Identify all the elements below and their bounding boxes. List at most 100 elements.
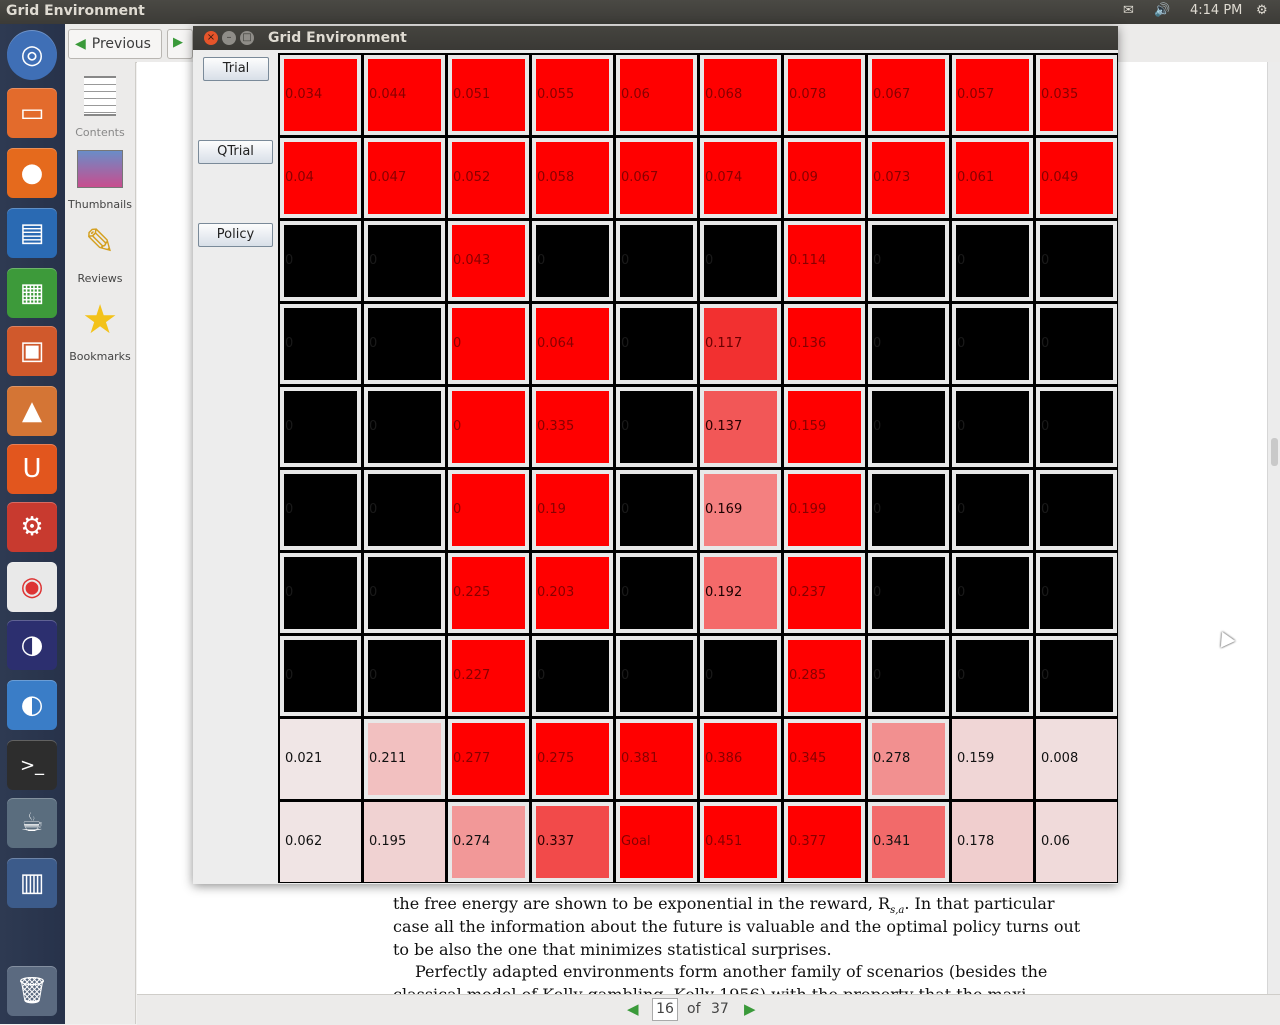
- grid-cell-fill: [620, 640, 693, 712]
- grid-cell: 0.341: [868, 802, 949, 882]
- grid-cell: 0: [532, 636, 613, 716]
- thumbnails-icon: [77, 150, 123, 188]
- grid-cell-value: 0: [957, 502, 966, 517]
- grid-cell-fill: [1040, 308, 1113, 380]
- maximize-icon[interactable]: □: [240, 31, 254, 45]
- grid-cell-value: 0: [285, 668, 294, 683]
- grid-cell-value: 0.237: [789, 585, 827, 600]
- grid-cell-value: 0: [285, 419, 294, 434]
- reviews-tab[interactable]: ✎ Reviews: [65, 220, 135, 285]
- star-icon: ★: [82, 297, 118, 343]
- trash-icon[interactable]: 🗑: [7, 966, 57, 1016]
- grid-cell: 0: [1036, 387, 1117, 467]
- grid-cell-value: 0: [285, 585, 294, 600]
- grid-cell-fill: [872, 557, 945, 629]
- grid-cell: 0: [1036, 636, 1117, 716]
- ubuntu-dash-icon[interactable]: ◎: [7, 30, 57, 80]
- grid-cell-value: 0.078: [789, 87, 827, 102]
- volume-icon[interactable]: 🔊: [1154, 3, 1170, 18]
- grid-cell: 0.114: [784, 221, 865, 301]
- policy-button[interactable]: Policy: [198, 223, 273, 247]
- minimize-icon[interactable]: –: [222, 31, 236, 45]
- settings-gear-icon[interactable]: ⚙: [1256, 3, 1268, 18]
- grid-cell-value: 0.277: [453, 751, 491, 766]
- grid-cell: 0.064: [532, 304, 613, 384]
- grid-cell-value: 0.386: [705, 751, 743, 766]
- grid-cell-value: 0.04: [285, 170, 314, 185]
- grid-cell-value: 0.067: [873, 87, 911, 102]
- eclipse-icon[interactable]: ◑: [7, 620, 57, 670]
- grid-cell-fill: [620, 474, 693, 546]
- system-settings-icon[interactable]: ⚙: [7, 502, 57, 552]
- trial-button[interactable]: Trial: [203, 57, 269, 81]
- grid-cell-value: 0.203: [537, 585, 575, 600]
- page-number-input[interactable]: 16: [652, 998, 678, 1021]
- firefox-icon[interactable]: ●: [7, 148, 57, 198]
- previous-label: Previous: [91, 36, 151, 52]
- grid-cell: 0.021: [280, 719, 361, 799]
- close-icon[interactable]: ×: [204, 31, 218, 45]
- grid-cell-value: 0.034: [285, 87, 323, 102]
- grid-cell: 0.337: [532, 802, 613, 882]
- grid-cell-value: 0: [957, 585, 966, 600]
- calc-icon[interactable]: ▦: [7, 268, 57, 318]
- grid-cell-fill: [368, 225, 441, 297]
- reviews-label: Reviews: [77, 272, 123, 285]
- grid-cell: 0: [1036, 304, 1117, 384]
- grid-cell-value: 0.335: [537, 419, 575, 434]
- grid-cell: 0: [616, 470, 697, 550]
- grid-cell-fill: [1040, 225, 1113, 297]
- grid-cell: 0.051: [448, 55, 529, 135]
- software-center-icon[interactable]: ▲: [7, 386, 57, 436]
- next-page-icon[interactable]: ▶: [744, 1000, 756, 1018]
- grid-cell-value: 0.345: [789, 751, 827, 766]
- grid-cell: 0: [616, 553, 697, 633]
- grid-cell-value: 0: [621, 668, 630, 683]
- grid-cell: 0.195: [364, 802, 445, 882]
- vertical-scrollbar[interactable]: [1267, 62, 1280, 994]
- clock[interactable]: 4:14 PM: [1190, 3, 1242, 18]
- grid-cell-value: 0.044: [369, 87, 407, 102]
- next-button[interactable]: ▶: [167, 29, 193, 59]
- grid-cell: 0: [448, 387, 529, 467]
- grid-cell: 0: [1036, 221, 1117, 301]
- files-icon[interactable]: ▭: [7, 88, 57, 138]
- grid-cell-fill: [956, 640, 1029, 712]
- mail-icon[interactable]: ✉: [1123, 3, 1134, 18]
- grid-cell-fill: [1040, 557, 1113, 629]
- qtrial-button[interactable]: QTrial: [198, 140, 273, 164]
- impress-icon[interactable]: ▣: [7, 326, 57, 376]
- grid-cell-fill: [284, 308, 357, 380]
- grid-cell-value: 0: [957, 668, 966, 683]
- chrome-icon[interactable]: ◉: [7, 562, 57, 612]
- scrollbar-thumb[interactable]: [1271, 438, 1278, 466]
- grid-cell-value: 0: [957, 253, 966, 268]
- grid-cell: 0: [280, 470, 361, 550]
- prev-page-icon[interactable]: ◀: [627, 1000, 639, 1018]
- ubuntu-one-icon[interactable]: U: [7, 444, 57, 494]
- contents-tab[interactable]: Contents: [65, 76, 135, 139]
- doc-line-2: case all the information about the futur…: [393, 917, 1081, 936]
- grid-cell: 0.09: [784, 138, 865, 218]
- mendeley-icon[interactable]: ◐: [7, 680, 57, 730]
- bookmarks-tab[interactable]: ★ Bookmarks: [65, 298, 135, 363]
- grid-cell-value: 0.377: [789, 834, 827, 849]
- previous-button[interactable]: ◀ Previous: [68, 29, 162, 59]
- terminal-icon[interactable]: >_: [7, 740, 57, 790]
- grid-cell: 0: [364, 636, 445, 716]
- java-app-icon[interactable]: ☕: [7, 798, 57, 848]
- workspace-switcher-icon[interactable]: ▥: [7, 858, 57, 908]
- grid-cell-fill: [1040, 391, 1113, 463]
- grid-cell-fill: [704, 640, 777, 712]
- grid-cell: 0.055: [532, 55, 613, 135]
- grid-cell: 0: [868, 553, 949, 633]
- grid-cell: 0.386: [700, 719, 781, 799]
- grid-cell-value: 0: [957, 419, 966, 434]
- grid-cell-value: 0.227: [453, 668, 491, 683]
- grid-cell: 0.169: [700, 470, 781, 550]
- thumbnails-tab[interactable]: Thumbnails: [65, 150, 135, 211]
- grid-cell: 0.067: [868, 55, 949, 135]
- window-titlebar[interactable]: × – □ Grid Environment: [193, 26, 1118, 50]
- writer-icon[interactable]: ▤: [7, 208, 57, 258]
- grid-cell-value: 0.137: [705, 419, 743, 434]
